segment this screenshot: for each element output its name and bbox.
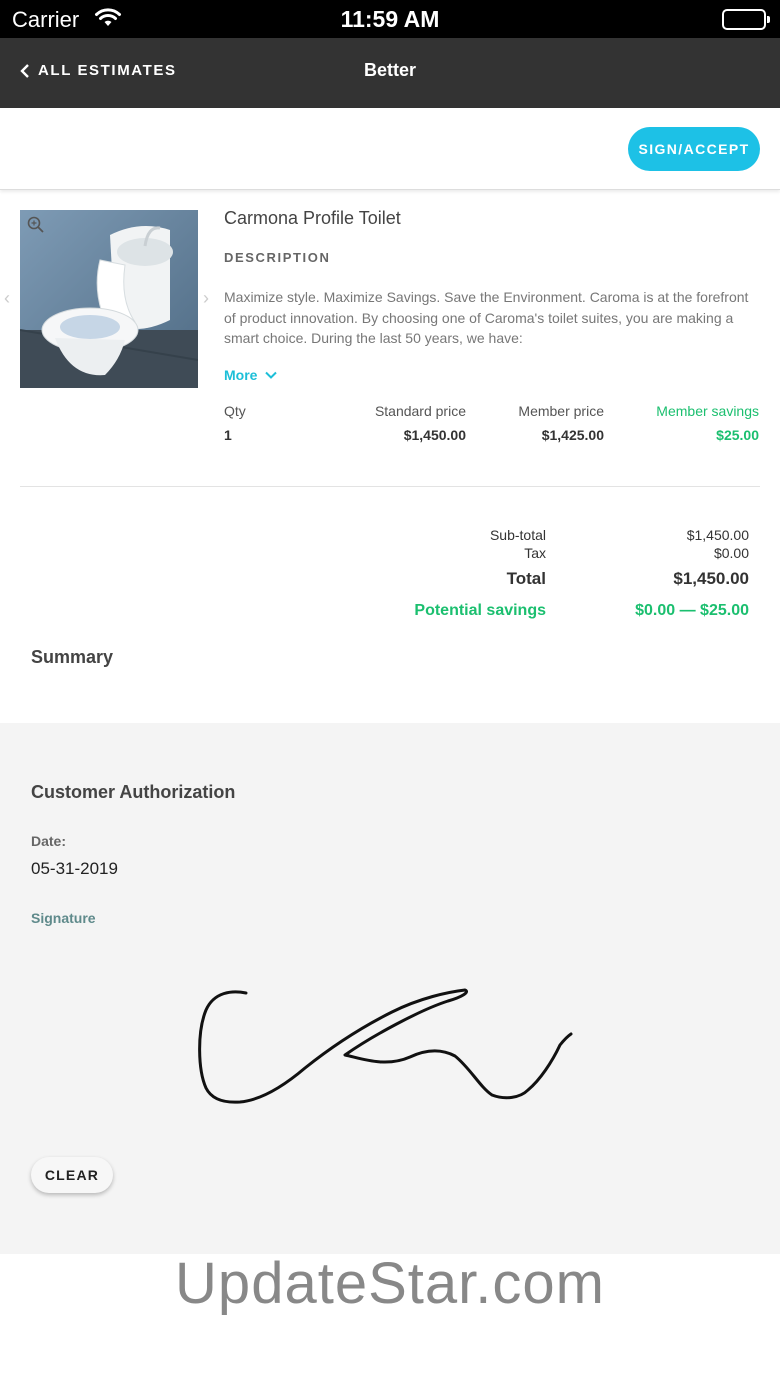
signature-stroke: [198, 988, 573, 1104]
product-image[interactable]: [20, 210, 198, 388]
action-bar: SIGN/ACCEPT: [0, 108, 780, 190]
subtotal-value: $1,450.00: [686, 527, 749, 543]
member-price-value: $1,425.00: [541, 427, 604, 443]
clock: 11:59 AM: [340, 6, 440, 32]
zoom-icon[interactable]: [26, 215, 46, 240]
sign-accept-button[interactable]: SIGN/ACCEPT: [628, 127, 760, 171]
product-description: Maximize style. Maximize Savings. Save t…: [224, 289, 749, 346]
signature-pad[interactable]: [0, 940, 780, 1140]
product-title: Carmona Profile Toilet: [224, 208, 401, 228]
clear-signature-button[interactable]: CLEAR: [31, 1157, 113, 1193]
member-savings-label: Member savings: [656, 403, 759, 419]
potential-savings-label: Potential savings: [414, 602, 546, 619]
qty-value: 1: [224, 427, 232, 443]
status-bar: Carrier 11:59 AM: [0, 0, 780, 38]
chevron-down-icon: [265, 371, 278, 379]
member-savings-value: $25.00: [716, 427, 759, 443]
potential-savings-value: $0.00 — $25.00: [635, 602, 749, 619]
divider: [20, 486, 760, 487]
subtotal-label: Sub-total: [489, 527, 546, 543]
carousel-prev-icon[interactable]: ‹: [4, 288, 10, 309]
date-value: 05-31-2019: [31, 859, 118, 878]
total-value: $1,450.00: [673, 569, 749, 588]
summary-heading: Summary: [31, 647, 114, 667]
standard-price-value: $1,450.00: [403, 427, 466, 443]
total-label: Total: [506, 569, 546, 588]
description-heading: DESCRIPTION: [224, 250, 331, 265]
authorization-title: Customer Authorization: [31, 782, 236, 802]
more-link[interactable]: More: [224, 367, 278, 383]
watermark: UpdateStar.com: [175, 1251, 605, 1316]
date-label: Date:: [31, 833, 67, 849]
qty-label: Qty: [224, 403, 246, 419]
signature-label: Signature: [31, 910, 96, 926]
navigation-bar: ALL ESTIMATES Better: [0, 38, 780, 108]
tax-label: Tax: [524, 545, 546, 561]
standard-price-label: Standard price: [374, 403, 466, 419]
tax-value: $0.00: [713, 545, 749, 561]
member-price-label: Member price: [518, 403, 604, 419]
battery-icon: [722, 9, 770, 30]
carousel-next-icon[interactable]: ›: [203, 288, 209, 309]
page-title: Better: [363, 60, 416, 80]
more-label: More: [224, 367, 258, 383]
